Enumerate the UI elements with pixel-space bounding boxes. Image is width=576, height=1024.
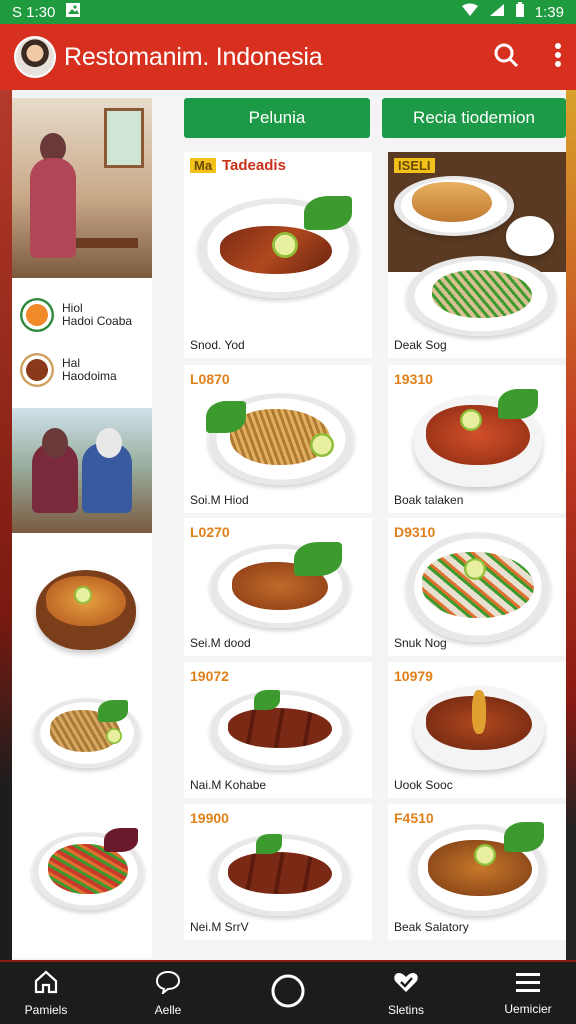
side-dish-noodles[interactable] <box>26 688 146 788</box>
menu-card[interactable]: 19072 Nai.M Kohabe <box>184 662 372 798</box>
price-label: 10979 <box>394 668 433 684</box>
price-label: D9310 <box>394 524 436 540</box>
decorative-border-left <box>0 90 12 960</box>
menu-card[interactable]: L0870 Soi.M Hiod <box>184 365 372 513</box>
dish-name: Soi.M Hiod <box>190 493 249 507</box>
menu-card[interactable]: 10979 Uook Sooc <box>388 662 566 798</box>
status-bar: S 1:30 1:39 <box>0 0 576 24</box>
circle-button-icon <box>270 973 306 1014</box>
side-dish-soup[interactable] <box>26 558 146 658</box>
category-line2: Hadoi Coaba <box>62 314 133 328</box>
chat-icon <box>155 970 181 999</box>
menu-card[interactable]: F4510 Beak Salatory <box>388 804 566 940</box>
nav-item-home[interactable]: Pamiels <box>0 962 96 1024</box>
price-label: F4510 <box>394 810 434 826</box>
nav-item-menu[interactable]: Uemicier <box>478 962 576 1024</box>
image-icon <box>65 2 81 22</box>
nav-label: Aelle <box>154 1002 182 1017</box>
restaurant-photo <box>12 98 152 278</box>
nav-item-center[interactable] <box>238 962 338 1024</box>
dish-name: Nai.M Kohabe <box>190 778 267 792</box>
decorative-border-right <box>566 90 576 960</box>
battery-icon <box>515 2 525 22</box>
food-category-icon <box>20 298 54 332</box>
dish-name: Nei.M SrrV <box>190 920 249 934</box>
food-category-icon <box>20 353 54 387</box>
signal-icon <box>489 3 505 21</box>
app-title: Restomanim. Indonesia <box>64 42 323 71</box>
menu-card[interactable]: Ma Tadeadis Snod. Yod <box>184 152 372 358</box>
heart-check-icon <box>393 970 419 999</box>
menu-card[interactable]: 19900 Nei.M SrrV <box>184 804 372 940</box>
price-label: L0270 <box>190 524 230 540</box>
dish-name: Deak Sog <box>394 338 447 352</box>
price-label: 19900 <box>190 810 229 826</box>
price-label: 19072 <box>190 668 229 684</box>
menu-card[interactable]: 19310 Boak talaken <box>388 365 566 513</box>
home-icon <box>33 970 59 999</box>
main-content: Hiol Hadoi Coaba Hal Haodoima Pelunia Re… <box>12 90 566 960</box>
nav-item-favorites[interactable]: Sletins <box>356 962 456 1024</box>
diners-photo <box>12 408 152 533</box>
price-badge: ISELI <box>394 158 435 173</box>
menu-card[interactable]: L0270 Sei.M dood <box>184 518 372 656</box>
nav-label: Uemicier <box>504 1001 552 1016</box>
sidebar: Hiol Hadoi Coaba Hal Haodoima <box>12 98 152 958</box>
dish-subtitle: Tadeadis <box>222 157 286 174</box>
menu-card[interactable]: D9310 Snuk Nog <box>388 518 566 656</box>
nav-label: Sletins <box>387 1002 425 1017</box>
tab-recia-tiodemion[interactable]: Recia tiodemion <box>382 98 566 138</box>
dish-name: Uook Sooc <box>394 778 453 792</box>
nav-item-chat[interactable]: Aelle <box>118 962 218 1024</box>
wifi-icon <box>461 3 479 21</box>
menu-card[interactable]: ISELI Deak Sog <box>388 152 566 358</box>
nav-label: Pamiels <box>24 1002 68 1017</box>
app-bar: Restomanim. Indonesia <box>0 24 576 90</box>
search-icon[interactable] <box>492 41 520 74</box>
more-vert-icon[interactable] <box>554 42 562 73</box>
bottom-navigation: Pamiels Aelle Sletins Uemicier <box>0 962 576 1024</box>
dish-name: Snuk Nog <box>394 636 447 650</box>
avatar[interactable] <box>14 36 56 78</box>
sidebar-category-1[interactable]: Hiol Hadoi Coaba <box>20 298 152 332</box>
sidebar-category-2[interactable]: Hal Haodoima <box>20 353 152 387</box>
status-left-text: S 1:30 <box>12 3 56 21</box>
price-badge: Ma <box>190 158 217 173</box>
side-dish-salad[interactable] <box>26 818 146 918</box>
dish-name: Boak talaken <box>394 493 464 507</box>
dish-name: Beak Salatory <box>394 920 469 934</box>
status-time: 1:39 <box>534 3 564 21</box>
category-line2: Haodoima <box>62 369 117 383</box>
menu-icon <box>515 971 541 998</box>
dish-name: Snod. Yod <box>190 338 245 352</box>
price-label: L0870 <box>190 371 230 387</box>
tab-pelunia[interactable]: Pelunia <box>184 98 370 138</box>
price-label: 19310 <box>394 371 433 387</box>
dish-name: Sei.M dood <box>190 636 251 650</box>
